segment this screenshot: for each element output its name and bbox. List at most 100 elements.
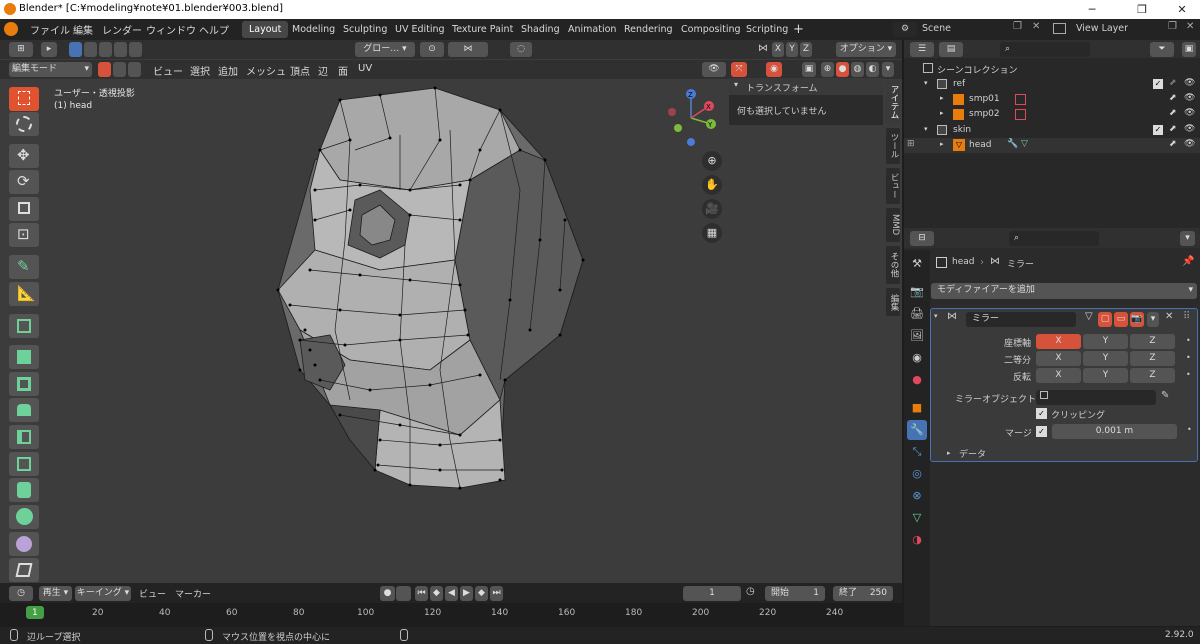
delete-modifier-icon[interactable]: ✕ [1165,311,1173,322]
expand-icon[interactable]: ▸ [940,94,944,102]
side-tab-item[interactable]: アイテム [886,80,900,124]
gizmo-neg-x-handle[interactable] [668,108,676,116]
ortho-grid-icon[interactable]: ▦ [702,223,722,243]
record-button[interactable]: ● [380,586,395,601]
properties-search[interactable]: ⌕ [1009,231,1099,246]
add-workspace-button[interactable]: + [786,21,811,38]
selectable-icon[interactable]: ⬈ [1169,139,1177,149]
navigation-gizmo[interactable]: Z Y X [662,88,722,148]
collapse-icon[interactable]: ▾ [934,312,938,320]
menu-help[interactable]: ヘルプ [199,22,229,37]
outliner-row-ref[interactable]: ▾ ref ✓ ⬈ 👁 [904,77,1200,92]
tab-sculpting[interactable]: Sculpting [336,21,394,38]
axis-keyframe-dot[interactable]: • [1186,336,1191,345]
world-properties-tab[interactable]: ● [907,370,927,390]
keying-dropdown[interactable]: キーイング ▾ [75,586,131,601]
eyedropper-icon[interactable]: ✎ [1161,390,1169,401]
gizmo-neg-y-handle[interactable] [674,124,682,132]
side-tab-mmd[interactable]: MMD [886,208,900,242]
view-layer-copy-icon[interactable]: ❐ [1168,21,1177,32]
object-properties-tab[interactable]: ■ [907,398,927,418]
outliner-scene-collection[interactable]: シーンコレクション [904,61,1200,76]
flip-keyframe-dot[interactable]: • [1186,370,1191,379]
side-tab-tool[interactable]: ツール [886,128,900,164]
outliner-search[interactable]: ⌕ [1000,42,1090,57]
outliner-display-mode[interactable]: ▤ [939,42,963,57]
outliner-row-skin[interactable]: ▾ skin ✓ ⬈ 👁 [904,123,1200,138]
render-toggle[interactable]: 📷 [1130,312,1144,327]
tab-modeling[interactable]: Modeling [285,21,342,38]
tab-layout[interactable]: Layout [242,21,289,38]
add-modifier-dropdown[interactable]: モディファイアーを追加 ▾ [931,283,1197,299]
modifier-properties-tab[interactable]: 🔧 [907,420,927,440]
scene-properties-tab[interactable]: ◉ [907,348,927,368]
particles-properties-tab[interactable]: ⤡ [907,442,927,462]
tool-properties-tab[interactable]: ⚒ [907,254,927,274]
visibility-eye-icon[interactable]: 👁 [1184,78,1195,88]
prev-keyframe-button[interactable]: ◆ [430,586,443,601]
output-properties-tab[interactable]: 🖨 [907,304,927,324]
side-tab-edit[interactable]: 編集 [886,288,900,316]
data-subpanel-label[interactable]: データ [959,447,986,460]
visibility-eye-icon[interactable]: 👁 [1184,139,1195,149]
visibility-eye-icon[interactable]: 👁 [1184,108,1195,118]
end-frame-field[interactable]: 終了 250 [833,586,893,601]
scene-selector[interactable]: ⚙ [893,22,917,37]
transform-panel-header[interactable]: ▾ トランスフォーム [729,78,883,95]
outliner-row-smp02[interactable]: ▸ smp02 ⬈ 👁 [904,107,1200,122]
view-layer-name[interactable]: View Layer [1076,23,1128,34]
side-tab-view[interactable]: ビュー [886,168,900,204]
tab-animation[interactable]: Animation [561,21,623,38]
play-button[interactable]: ▶ [460,586,473,601]
mirror-object-field[interactable] [1036,390,1156,405]
timeline-menu-marker[interactable]: マーカー [175,587,211,600]
merge-keyframe-dot[interactable]: • [1187,425,1192,434]
jump-end-button[interactable]: ⏭ [490,586,503,601]
selectable-icon[interactable]: ⬈ [1169,108,1177,118]
camera-view-icon[interactable]: 🎥 [702,199,722,219]
timeline-menu-view[interactable]: ビュー [139,587,166,600]
outliner-editor-type[interactable]: ☰ [910,42,934,57]
playback-dropdown[interactable]: 再生 ▾ [39,586,72,601]
preview-range-icon[interactable]: ◷ [746,586,755,597]
menu-render[interactable]: レンダー [102,22,142,37]
merge-distance-field[interactable]: 0.001 m [1052,424,1177,439]
outliner-filter[interactable]: ⏷ [1150,42,1174,57]
start-frame-field[interactable]: 開始 1 [765,586,825,601]
pin-icon[interactable]: 📌 [1182,256,1194,267]
flip-z-toggle[interactable]: Z [1130,368,1175,383]
menu-window[interactable]: ウィンドウ [146,22,196,37]
properties-editor-type[interactable]: ⊟ [910,231,934,246]
current-frame-field[interactable]: 1 [683,586,741,601]
expand-icon[interactable]: ▸ [940,109,944,117]
flip-x-toggle[interactable]: X [1036,368,1081,383]
viewport-3d[interactable]: ⊞ ▸ グロー… ▾ ⊙ ⋈ ◌ ⋈ X Y Z オプション ▾ 編集モード ▾ … [0,40,902,583]
tab-rendering[interactable]: Rendering [617,21,680,38]
play-reverse-button[interactable]: ◀ [445,586,458,601]
scene-copy-icon[interactable]: ❐ [1013,21,1022,32]
include-checkbox[interactable]: ✓ [1153,79,1163,89]
outliner-row-head[interactable]: ⊞ ▸ ▽ head 🔧 ▽ ⬈ 👁 [904,138,1200,153]
render-properties-tab[interactable]: 📷 [907,282,927,302]
view-layer-properties-tab[interactable]: 🖼 [907,326,927,346]
data-expand-icon[interactable]: ▸ [947,449,951,457]
menu-file[interactable]: ファイル [30,22,70,37]
timeline-editor-type[interactable]: ◷ [9,586,33,601]
physics-properties-tab[interactable]: ◎ [907,464,927,484]
clipping-checkbox[interactable]: ✓ [1036,408,1047,419]
modifier-name-field[interactable]: ミラー [966,312,1076,327]
scene-name[interactable]: Scene [922,23,951,34]
maximize-button[interactable]: ❐ [1120,0,1164,19]
material-properties-tab[interactable]: ◑ [907,530,927,550]
bisect-keyframe-dot[interactable]: • [1186,353,1191,362]
bisect-y-toggle[interactable]: Y [1083,351,1128,366]
zoom-icon[interactable]: ⊕ [702,151,722,171]
modifier-extra-menu[interactable]: ▾ [1147,312,1159,327]
menu-edit[interactable]: 編集 [73,22,93,37]
expand-icon[interactable]: ▸ [940,140,944,148]
bisect-z-toggle[interactable]: Z [1130,351,1175,366]
constraints-properties-tab[interactable]: ⊗ [907,486,927,506]
tab-compositing[interactable]: Compositing [674,21,748,38]
bisect-x-toggle[interactable]: X [1036,351,1081,366]
axis-z-toggle[interactable]: Z [1130,334,1175,349]
